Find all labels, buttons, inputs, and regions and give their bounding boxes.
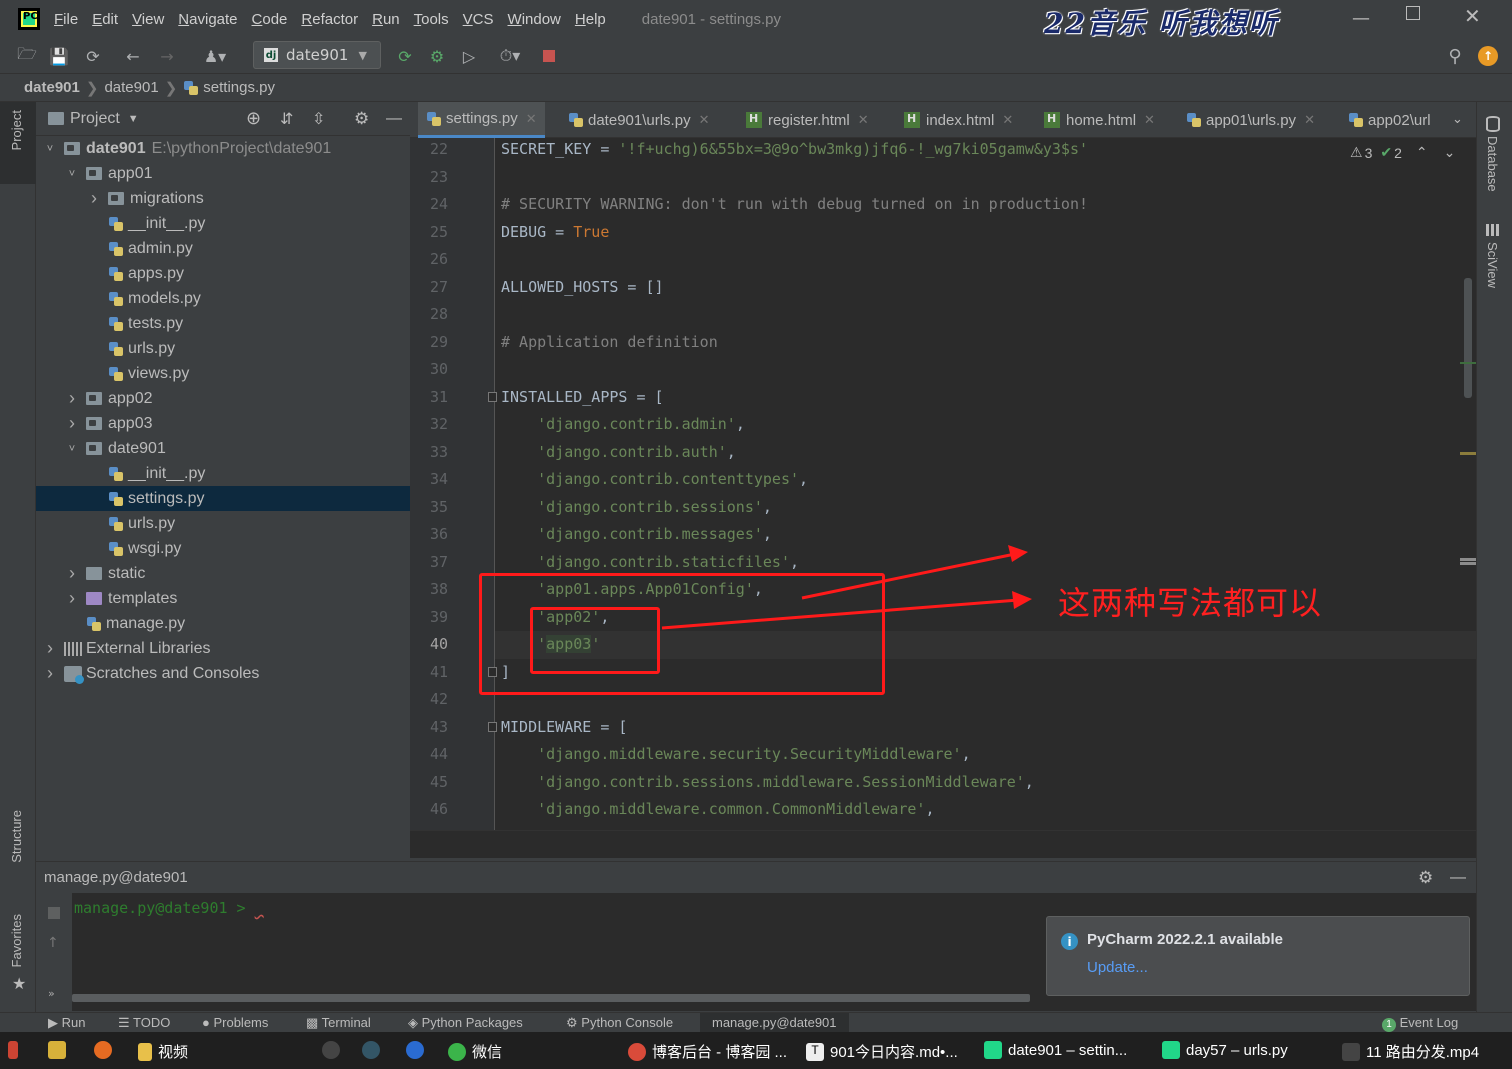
console-title: manage.py@date901 bbox=[44, 869, 188, 886]
console-side-toolbar: ↑ » bbox=[36, 893, 72, 1011]
taskbar-item-pycharm-date901[interactable]: date901 – settin... bbox=[984, 1041, 1127, 1059]
app-qq-icon[interactable] bbox=[48, 1041, 72, 1059]
annotation-arrow-2 bbox=[661, 598, 1019, 630]
taskbar-item-typora[interactable]: T 901今日内容.md•... bbox=[806, 1041, 958, 1062]
firefox-icon[interactable] bbox=[94, 1041, 118, 1059]
arrow-head-icon bbox=[1008, 545, 1028, 562]
pycharm-window: PC File Edit View Navigate Code Refactor Run To… bbox=[0, 0, 1512, 1069]
tool-python-packages[interactable]: ◈ Python Packages bbox=[408, 1015, 523, 1031]
tool-run[interactable]: ▶ Run bbox=[48, 1015, 85, 1031]
taskbar-item-browser[interactable]: 博客后台 - 博客园 ... bbox=[628, 1041, 787, 1062]
taskbar-item-wechat[interactable]: 微信 bbox=[448, 1041, 502, 1062]
notification-title: PyCharm 2022.2.1 available bbox=[1087, 931, 1283, 948]
google-icon[interactable] bbox=[322, 1041, 346, 1059]
console-prompt: manage.py@date901 > bbox=[74, 899, 255, 917]
os-taskbar: 视频 微信 博客后台 - 博客园 ... T 901今日内容.md•... dat… bbox=[0, 1032, 1512, 1069]
tool-manage-console[interactable]: manage.py@date901 bbox=[700, 1013, 849, 1032]
update-notification: i PyCharm 2022.2.1 available Update... bbox=[1046, 916, 1470, 996]
console-hide-icon[interactable]: — bbox=[1450, 869, 1466, 887]
arrow-head-icon bbox=[1012, 591, 1032, 609]
tool-python-console[interactable]: ⚙ Python Console bbox=[566, 1015, 673, 1031]
taskbar-item-video[interactable]: 视频 bbox=[138, 1041, 188, 1062]
taskbar-item-video-player[interactable]: 11 路由分发.mp4 bbox=[1342, 1041, 1479, 1062]
event-log-button[interactable]: 1 Event Log bbox=[1382, 1015, 1458, 1032]
scroll-up-icon[interactable]: ↑ bbox=[47, 935, 59, 951]
tool-terminal[interactable]: ▩ Terminal bbox=[306, 1015, 371, 1031]
tool-problems[interactable]: ● Problems bbox=[202, 1015, 268, 1030]
stop-icon[interactable] bbox=[48, 907, 60, 919]
steam-icon[interactable] bbox=[362, 1041, 386, 1059]
taskbar-item-pycharm-day57[interactable]: day57 – urls.py bbox=[1162, 1041, 1288, 1059]
annotation-arrow-1 bbox=[801, 552, 1016, 600]
console-gear-icon[interactable]: ⚙ bbox=[1418, 868, 1433, 888]
tool-todo[interactable]: ☰ TODO bbox=[118, 1015, 170, 1031]
event-count-icon: 1 bbox=[1382, 1018, 1396, 1032]
console-header: manage.py@date901 ⚙ — bbox=[36, 861, 1476, 893]
tool-window-bar: ▶ Run ☰ TODO ● Problems ▩ Terminal ◈ Pyt… bbox=[0, 1012, 1512, 1032]
start-icon[interactable] bbox=[8, 1041, 24, 1059]
app-blue-icon[interactable] bbox=[406, 1041, 430, 1059]
more-icon[interactable]: » bbox=[48, 987, 55, 1000]
update-link[interactable]: Update... bbox=[1087, 959, 1148, 976]
console-scrollbar[interactable] bbox=[72, 994, 1030, 1002]
annotation-text: 这两种写法都可以 bbox=[1058, 584, 1323, 622]
info-icon: i bbox=[1061, 933, 1078, 950]
